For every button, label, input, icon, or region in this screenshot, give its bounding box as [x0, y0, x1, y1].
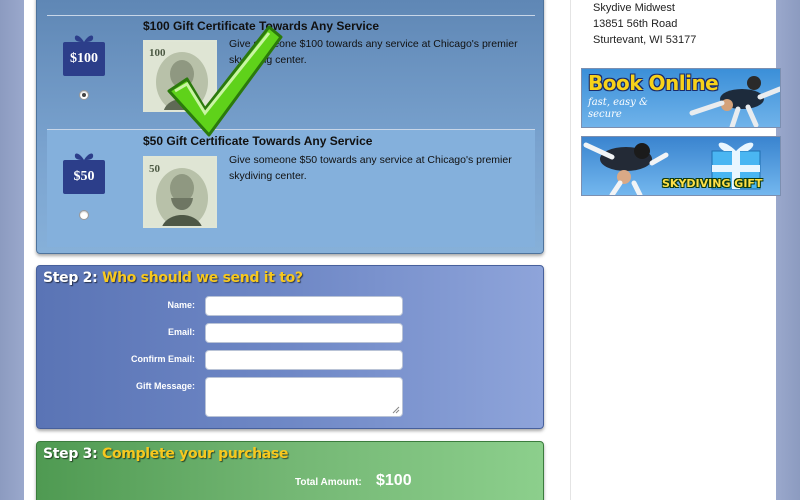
book-online-banner[interactable]: Book Online fast, easy & secure	[581, 68, 781, 128]
gift-badge-amount: $100	[63, 42, 105, 76]
gift-option-description: Give someone $50 towards any service at …	[229, 154, 512, 182]
svg-text:50: 50	[149, 163, 161, 175]
skydiver-image	[689, 76, 780, 127]
name-field[interactable]	[205, 296, 403, 316]
skydiving-gift-title: SKYDIVING GIFT	[662, 177, 763, 190]
gift-option-50-radio[interactable]	[79, 210, 89, 220]
gift-badge-amount: $50	[63, 160, 105, 194]
gift-message-textarea[interactable]	[205, 377, 403, 417]
business-address: Skydive Midwest 13851 56th Road Sturteva…	[593, 0, 696, 48]
address-line: Sturtevant, WI 53177	[593, 34, 697, 46]
skydiving-gift-banner[interactable]: SKYDIVING GIFT	[581, 136, 781, 196]
svg-text:100: 100	[149, 47, 166, 59]
confirm-email-field[interactable]	[205, 350, 403, 370]
address-line: 13851 56th Road	[593, 18, 678, 30]
step-question: Complete your purchase	[101, 446, 289, 462]
step2-recipient-panel: Step 2: Who should we send it to? Name: …	[36, 265, 544, 429]
gift-badge: $100	[63, 35, 105, 76]
address-line: Skydive Midwest	[593, 2, 675, 14]
email-field[interactable]	[205, 323, 403, 343]
gift-option-100[interactable]: $100 $100 Gift Certificate Towards Any S…	[47, 15, 535, 129]
step-number: Step 3:	[43, 446, 98, 462]
sidebar: Skydive Midwest 13851 56th Road Sturteva…	[570, 0, 781, 500]
step-number: Step 2:	[43, 270, 98, 286]
checkmark-icon	[167, 25, 283, 137]
gift-option-100-radio[interactable]	[79, 90, 89, 100]
total-amount-value: $100	[376, 472, 412, 489]
step1-gift-options-panel: $100 $100 Gift Certificate Towards Any S…	[36, 0, 544, 254]
fifty-dollar-bill-image: 50	[143, 156, 217, 228]
total-amount-label: Total Amount:	[295, 477, 362, 488]
book-online-subtitle: fast, easy & secure	[588, 97, 648, 120]
name-label: Name:	[167, 300, 195, 310]
gift-badge: $50	[63, 153, 105, 194]
gift-message-label: Gift Message:	[135, 381, 195, 391]
email-label: Email:	[167, 327, 195, 337]
gift-option-50[interactable]: $50 $50 Gift Certificate Towards Any Ser…	[47, 129, 535, 247]
step-question: Who should we send it to?	[101, 270, 303, 286]
step2-heading: Step 2: Who should we send it to?	[43, 270, 303, 286]
resize-grip-icon[interactable]	[392, 406, 400, 414]
step3-purchase-panel: Step 3: Complete your purchase Total Amo…	[36, 441, 544, 500]
confirm-email-label: Confirm Email:	[130, 354, 195, 364]
step3-heading: Step 3: Complete your purchase	[43, 446, 288, 462]
